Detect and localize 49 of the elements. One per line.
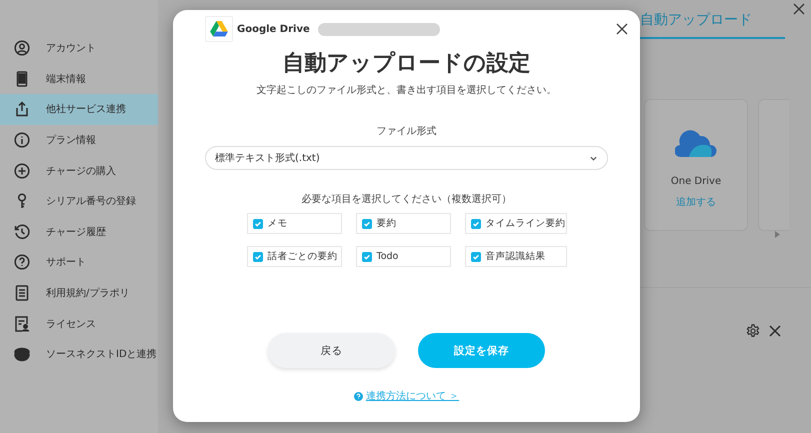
close-icon[interactable] [616, 23, 628, 35]
help-icon [14, 254, 30, 270]
checkbox[interactable] [252, 218, 262, 228]
sidebar-item[interactable]: 利用規約/プラポリ [0, 278, 158, 308]
history-icon [14, 224, 30, 240]
close-icon[interactable] [793, 3, 805, 15]
sidebar-item[interactable]: ライセンス [0, 308, 158, 339]
item-checkbox[interactable]: 音声認識結果 [464, 246, 566, 267]
sidebar-item[interactable]: 他社サービス連携 [0, 94, 158, 125]
cloud-icon [675, 130, 717, 158]
checkbox[interactable] [470, 252, 480, 262]
next-arrow-icon[interactable] [775, 231, 780, 238]
help-icon [354, 392, 363, 400]
item-checkbox[interactable]: タイムライン要約 [464, 213, 566, 234]
license-icon [14, 316, 30, 332]
checkbox[interactable] [362, 252, 372, 262]
document-icon [14, 285, 30, 302]
chevron-down-icon [590, 156, 597, 160]
sidebar-item[interactable]: サポート [0, 247, 158, 278]
sidebar-item[interactable]: プラン情報 [0, 124, 158, 156]
service-name: Google Drive [237, 24, 310, 34]
drive-logo-icon [205, 16, 233, 42]
item-checkbox[interactable]: メモ [246, 213, 342, 234]
item-checkbox[interactable]: 要約 [356, 213, 450, 234]
account-icon [14, 40, 30, 56]
service-name: One Drive [670, 176, 722, 187]
checkbox[interactable] [252, 252, 262, 262]
sidebar-item[interactable]: アカウント [0, 33, 158, 64]
section-label: 必要な項目を選択してください（複数選択可） [302, 192, 512, 206]
file-format-dropdown[interactable]: 標準テキスト形式(.txt) [205, 146, 608, 170]
plus-icon [14, 162, 30, 179]
sidebar-item[interactable]: シリアル番号の登録 [0, 186, 158, 217]
dialog-subtitle: 文字起こしのファイル形式と、書き出す項目を選択してください。 [256, 84, 556, 97]
checkbox[interactable] [470, 218, 480, 228]
sidebar-item[interactable]: チャージの購入 [0, 155, 158, 186]
checkbox[interactable] [362, 218, 372, 228]
settings-icon[interactable] [746, 324, 760, 338]
sidebar-item[interactable]: 端末情報 [0, 64, 158, 94]
info-icon [14, 132, 30, 148]
item-checkbox[interactable]: Todo [356, 246, 450, 267]
dialog-title: 自動アップロードの設定 [282, 50, 530, 78]
phone-icon [14, 70, 30, 87]
item-checkbox[interactable]: 話者ごとの要約 [246, 246, 342, 267]
sidebar-item[interactable]: チャージ履歴 [0, 216, 158, 248]
close-icon[interactable] [769, 325, 781, 337]
share-icon [14, 101, 30, 118]
sidebar-item[interactable]: ソースネクストIDと連携 [0, 338, 158, 370]
back-button[interactable]: 戻る [268, 333, 395, 368]
field-label: ファイル形式 [376, 124, 436, 138]
